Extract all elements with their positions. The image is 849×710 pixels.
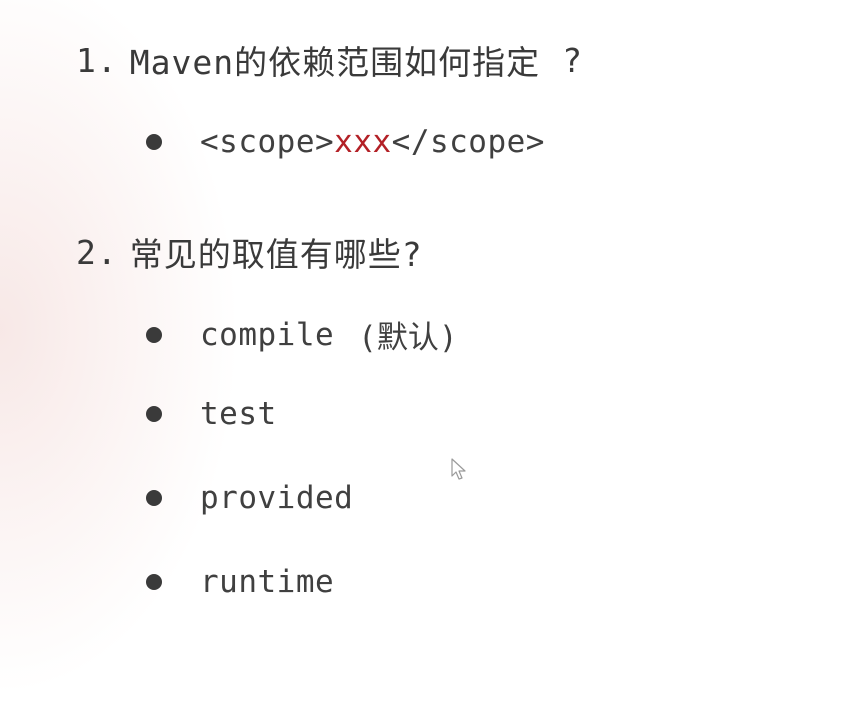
bullet-dot-icon (146, 490, 162, 506)
bullet-dot-icon (146, 406, 162, 422)
question-1-number: 1. (76, 40, 118, 80)
scope-close-tag: </scope> (391, 124, 545, 160)
list-item-provided: provided (146, 480, 353, 516)
mouse-pointer-icon (451, 458, 466, 480)
question-2-heading: 2. 常见的取值有哪些? (76, 228, 423, 276)
scope-open-tag: <scope> (200, 124, 335, 160)
option-note: (默认) (358, 320, 458, 356)
question-1-mark: ? (562, 40, 583, 80)
option-label: compile (200, 316, 335, 353)
option-label: provided (200, 480, 354, 516)
list-item-test: test (146, 396, 277, 432)
bullet-dot-icon (146, 326, 162, 343)
question-2-text: 常见的取值有哪些? (129, 235, 423, 274)
option-label: runtime (200, 564, 335, 600)
list-item-compile: compile (默认) (146, 312, 457, 357)
bullet-dot-icon (146, 574, 162, 590)
question-1-text: Maven的依赖范围如何指定 (129, 43, 541, 82)
option-label: test (200, 396, 277, 432)
scope-placeholder: xxx (334, 124, 392, 160)
bullet-dot-icon (146, 134, 162, 150)
question-2-number: 2. (76, 232, 118, 272)
slide: 1. Maven的依赖范围如何指定 ? <scope> xxx </scope>… (0, 0, 849, 710)
scope-syntax-item: <scope> xxx </scope> (146, 124, 545, 160)
list-item-runtime: runtime (146, 564, 334, 600)
question-1-heading: 1. Maven的依赖范围如何指定 ? (76, 36, 583, 84)
